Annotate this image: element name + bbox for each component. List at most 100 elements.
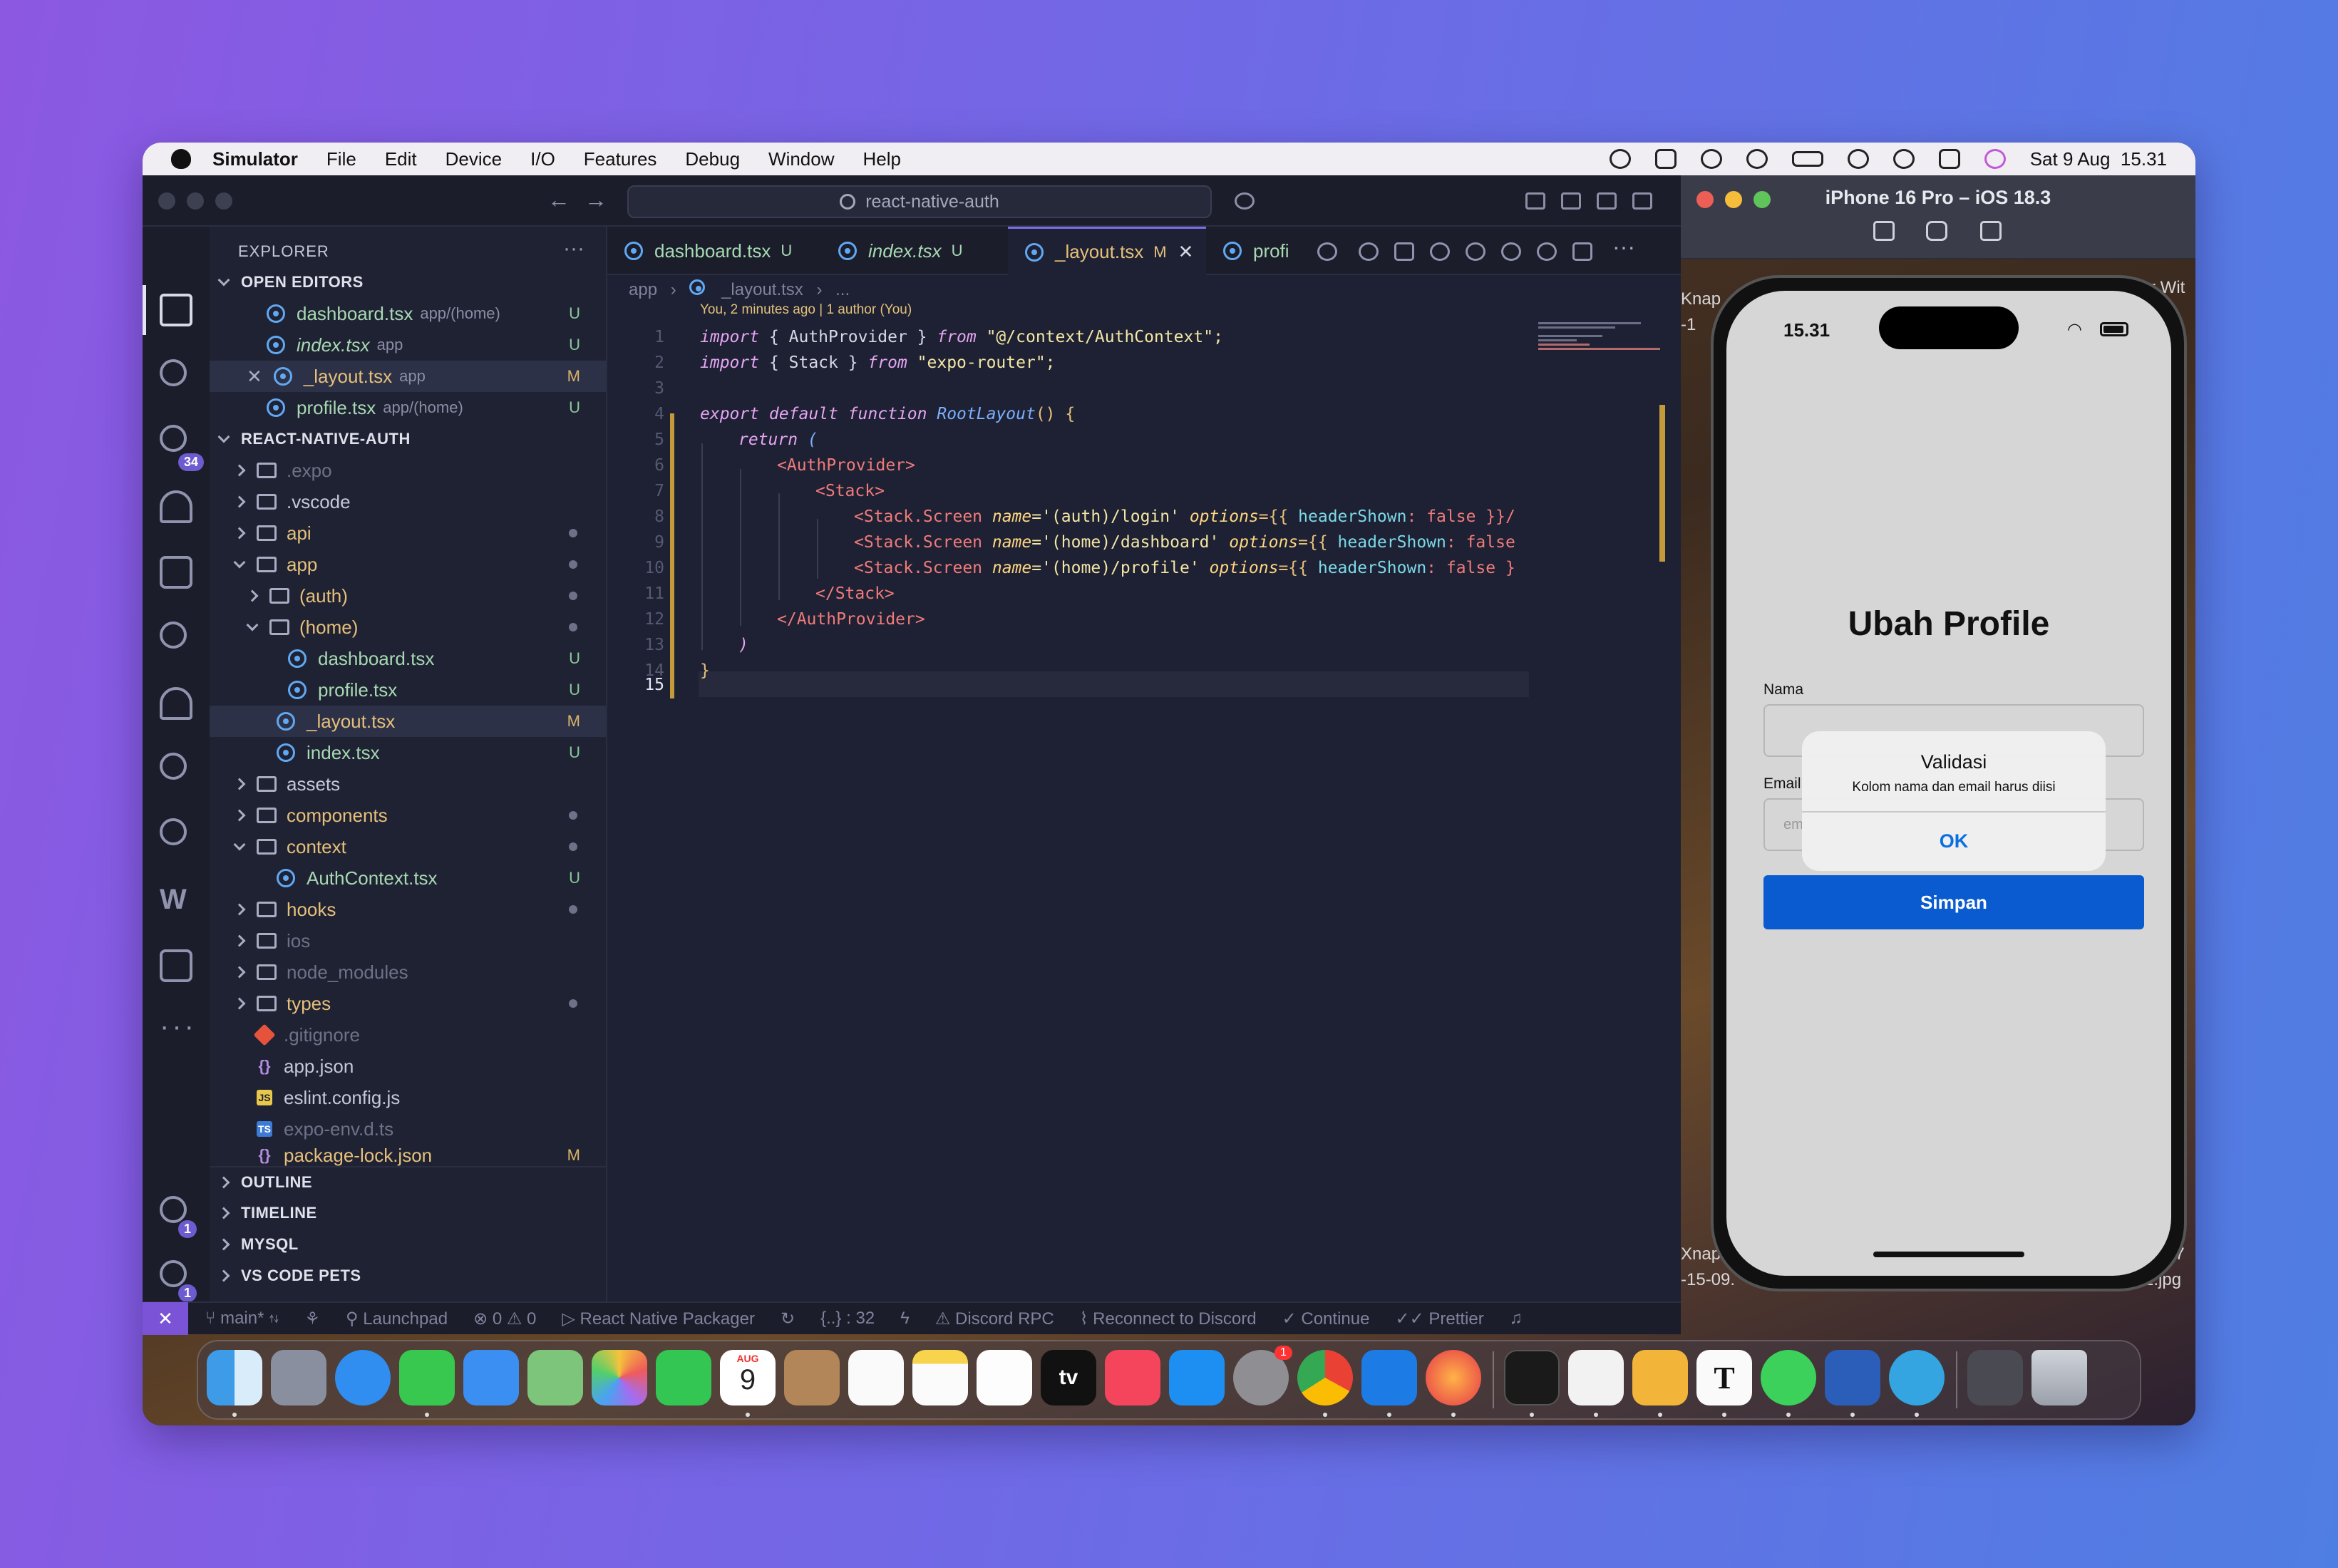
tree-file[interactable]: {} app.json [210,1051,606,1082]
project-header[interactable]: REACT-NATIVE-AUTH [210,423,606,455]
xcode-icon[interactable] [1361,1350,1417,1405]
music-icon[interactable] [1105,1350,1160,1405]
tree-file[interactable]: {} package-lock.json M [210,1145,606,1166]
menu-window[interactable]: Window [768,148,834,170]
tree-file[interactable]: JS eslint.config.js [210,1082,606,1113]
terminal-icon[interactable] [1504,1350,1560,1405]
siri-icon[interactable] [1984,149,2006,169]
tree-folder[interactable]: components [210,800,606,831]
menu-edit[interactable]: Edit [385,148,417,170]
tree-folder[interactable]: assets [210,768,606,800]
link-icon[interactable] [1847,149,1869,169]
timeline-section[interactable]: TIMELINE [210,1197,606,1229]
reminders-icon[interactable] [848,1350,904,1405]
firefox-icon[interactable] [1426,1350,1481,1405]
mail-icon[interactable] [463,1350,519,1405]
discord-rpc-status[interactable]: ⚠ Discord RPC [935,1309,1054,1329]
photos-icon[interactable] [592,1350,647,1405]
refresh-icon[interactable]: ↻ [781,1309,795,1329]
tree-file[interactable]: TS expo-env.d.ts [210,1113,606,1145]
menu-app-name[interactable]: Simulator [212,148,298,170]
menu-file[interactable]: File [326,148,356,170]
smiley-icon[interactable] [160,753,187,780]
telegram-icon[interactable] [1889,1350,1945,1405]
search-icon[interactable] [160,359,187,386]
close-icon[interactable]: ✕ [247,366,262,388]
window-close-button[interactable] [158,192,175,210]
tableplus-icon[interactable] [1632,1350,1688,1405]
tree-folder[interactable]: .expo [210,455,606,486]
tree-folder[interactable]: node_modules [210,956,606,988]
home-indicator[interactable] [1873,1252,2024,1257]
tree-folder[interactable]: types [210,988,606,1019]
extensions-icon[interactable] [160,621,187,649]
tab-layout[interactable]: _layout.tsx M ✕ [1008,227,1206,275]
freeform-icon[interactable] [977,1350,1032,1405]
tree-file[interactable]: .gitignore [210,1019,606,1051]
screenshot-icon[interactable] [1926,221,1947,241]
trash-icon[interactable] [2031,1350,2087,1405]
forward-arrow-icon[interactable]: → [584,187,607,213]
more-actions-icon[interactable]: ··· [1612,234,1635,260]
control-center-icon[interactable] [1938,149,1960,169]
window-zoom-button[interactable] [215,192,232,210]
tree-folder[interactable]: (auth) [210,580,606,612]
history-icon[interactable] [1359,242,1379,261]
selection-status[interactable]: {..} : 32 [820,1309,875,1329]
debug-bug-icon[interactable] [1317,242,1337,261]
reconnect-discord-status[interactable]: ⌇ Reconnect to Discord [1080,1309,1257,1329]
notifications-bell-icon[interactable]: ♫ [1510,1309,1523,1329]
w-logo-icon[interactable]: W [160,884,192,917]
toggle-sidebar-icon[interactable] [1561,192,1581,210]
facetime-icon[interactable] [656,1350,711,1405]
play-icon[interactable] [1746,149,1768,169]
explorer-icon[interactable] [160,294,192,326]
prisma-icon[interactable] [160,687,192,720]
iphone-screen[interactable]: 15.31 ◠ Ubah Profile Nama Email em Simpa… [1726,291,2171,1276]
alert-ok-button[interactable]: OK [1802,811,2106,871]
open-editor-item[interactable]: dashboard.tsx app/(home) U [210,298,606,329]
toggle-panel-icon[interactable] [1597,192,1617,210]
source-control-icon[interactable] [160,425,187,452]
prettier-status[interactable]: ✓✓ Prettier [1395,1309,1483,1329]
database-icon[interactable] [1700,149,1722,169]
menu-debug[interactable]: Debug [685,148,740,170]
settings-gear-icon[interactable] [160,1260,187,1287]
accounts-icon[interactable] [160,1196,187,1223]
branch-status[interactable]: ⑂ main* ⇅ [205,1309,279,1329]
calendar-icon[interactable]: AUG 9 [720,1350,776,1405]
vscode-icon[interactable] [1568,1350,1624,1405]
menu-io[interactable]: I/O [530,148,555,170]
breadcrumb-more[interactable]: ... [835,280,850,299]
tab-index[interactable]: index.tsx U [821,227,1008,275]
tree-folder[interactable]: hooks [210,894,606,925]
messages-icon[interactable] [399,1350,455,1405]
layout-icon[interactable] [1525,192,1545,210]
tree-folder[interactable]: ios [210,925,606,956]
lightning-icon[interactable]: ϟ [900,1309,910,1329]
tree-folder[interactable]: api [210,517,606,549]
typora-icon[interactable]: T [1696,1350,1752,1405]
tree-file[interactable]: index.tsx U [210,737,606,768]
finder-icon[interactable] [207,1350,262,1405]
remote-explorer-icon[interactable] [160,556,192,589]
continue-status[interactable]: ✓ Continue [1282,1309,1370,1329]
downloads-icon[interactable] [1967,1350,2023,1405]
run-icon[interactable] [1537,242,1557,261]
tree-file[interactable]: dashboard.tsx U [210,643,606,674]
commit-icon[interactable] [1466,242,1485,261]
toggle-secondary-sidebar-icon[interactable] [1632,192,1652,210]
contacts-icon[interactable] [784,1350,840,1405]
problems-status[interactable]: ⊗ 0 ⚠ 0 [473,1309,536,1329]
minimap[interactable] [1538,322,1667,358]
remote-icon[interactable]: ✕ [143,1302,188,1335]
home-icon[interactable] [1873,221,1895,241]
go-back-icon[interactable] [1430,242,1450,261]
tree-file[interactable]: profile.tsx U [210,674,606,706]
copilot-icon[interactable] [1235,192,1255,210]
notes-icon[interactable] [912,1350,968,1405]
save-button[interactable]: Simpan [1763,875,2144,929]
launchpad-icon[interactable] [271,1350,326,1405]
location-icon[interactable] [1609,149,1631,169]
tree-folder[interactable]: .vscode [210,486,606,517]
